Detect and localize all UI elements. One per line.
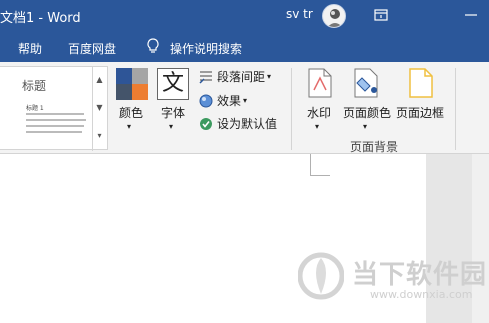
tab-baidu-netdisk[interactable]: 百度网盘: [68, 40, 116, 57]
page-color-icon: [354, 68, 378, 98]
colors-label: 颜色: [119, 106, 144, 120]
watermark-button[interactable]: 水印 ▾: [302, 68, 338, 140]
chevron-down-icon: ▾: [363, 122, 368, 131]
chevron-down-icon: ▾: [127, 122, 132, 131]
page-borders-button[interactable]: 页面边框: [395, 68, 447, 140]
checkmark-icon: [199, 117, 213, 131]
color-palette-icon: [116, 68, 148, 100]
fonts-label: 字体: [161, 106, 186, 120]
margin-corner-marker: [310, 154, 330, 176]
title-bar: 文档1 - Word sv tr: [0, 0, 489, 32]
paragraph-spacing-label: 段落间距: [217, 70, 266, 84]
minimize-button[interactable]: [462, 6, 480, 24]
chevron-down-icon: ▾: [315, 122, 320, 131]
ribbon-display-options-button[interactable]: [372, 6, 390, 24]
chevron-down-icon: ▾: [267, 72, 272, 81]
watermark-icon: [308, 68, 332, 98]
user-name[interactable]: sv tr: [286, 7, 313, 21]
style-heading-label: 标题: [22, 79, 47, 93]
ribbon-tabs: 帮助 百度网盘 操作说明搜索: [0, 32, 489, 62]
paragraph-spacing-icon: [199, 70, 213, 84]
style-subheading-label: 标题 1: [26, 105, 44, 112]
group-divider: [455, 68, 456, 150]
fonts-button[interactable]: 文 字体 ▾: [156, 68, 192, 140]
gallery-scroll-up-button[interactable]: ▲: [92, 67, 106, 95]
page-borders-icon: [409, 68, 433, 98]
watermark-label: 水印: [307, 106, 332, 120]
tell-me-search[interactable]: 操作说明搜索: [170, 40, 242, 57]
paragraph-spacing-button[interactable]: 段落间距 ▾: [199, 68, 271, 85]
set-as-default-button[interactable]: 设为默认值: [199, 115, 277, 132]
watermark-site-name: 当下软件园: [352, 260, 488, 290]
effects-button[interactable]: 效果 ▾: [199, 92, 247, 109]
watermark-site-url: www.downxia.com: [370, 288, 473, 301]
style-set-gallery[interactable]: 标题 标题 1 ▲ ▼ ▾: [0, 66, 108, 151]
ribbon: 标题 标题 1 ▲ ▼ ▾ 颜色 ▾ 文 字体 ▾ 段落间距 ▾ 效果 ▾ 设为…: [0, 62, 489, 154]
set-as-default-label: 设为默认值: [217, 117, 278, 131]
page-background-group-label: 页面背景: [350, 140, 399, 154]
tab-help[interactable]: 帮助: [18, 40, 42, 57]
page-color-button[interactable]: 页面颜色 ▾: [342, 68, 392, 140]
gallery-scroll-down-button[interactable]: ▼: [92, 95, 106, 123]
document-title: 文档1 - Word: [0, 11, 81, 26]
page-borders-label: 页面边框: [396, 106, 445, 120]
restore-icon: [374, 9, 388, 21]
gallery-more-button[interactable]: ▾: [92, 123, 106, 151]
site-watermark: 当下软件园 www.downxia.com: [298, 248, 486, 310]
avatar[interactable]: [322, 4, 346, 28]
group-divider: [291, 68, 292, 150]
chevron-down-icon: ▾: [169, 122, 174, 131]
effects-icon: [199, 94, 213, 108]
colors-button[interactable]: 颜色 ▾: [114, 68, 150, 140]
effects-label: 效果: [217, 94, 242, 108]
font-glyph-icon: 文: [157, 68, 189, 100]
chevron-down-icon: ▾: [243, 96, 248, 105]
avatar-image-icon: [327, 9, 343, 27]
site-logo-icon: [298, 252, 344, 300]
vertical-scrollbar[interactable]: [472, 154, 489, 323]
minimize-icon: [465, 14, 477, 16]
page-color-label: 页面颜色: [343, 106, 392, 120]
lightbulb-icon: [146, 38, 160, 57]
